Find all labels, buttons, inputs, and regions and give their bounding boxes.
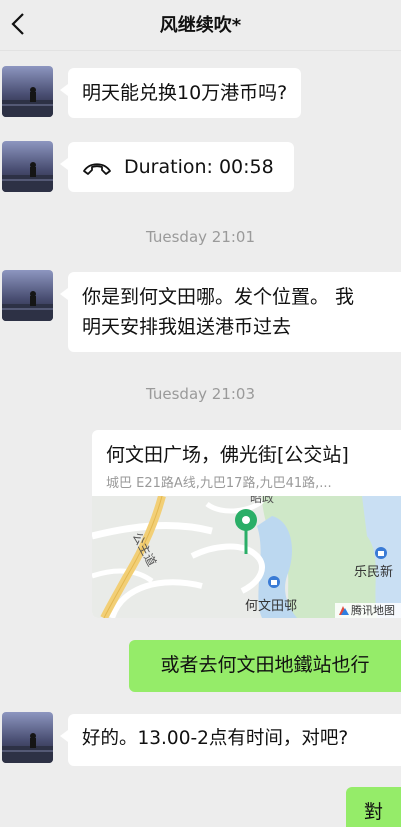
my-message-bubble[interactable]: 或者去何文田地鐵站也行	[129, 640, 401, 692]
message-text: 好的。13.00-2点有时间，对吧?	[82, 728, 349, 749]
my-message-bubble[interactable]: 對	[346, 787, 401, 827]
message-text: 對	[363, 801, 383, 823]
contact-avatar[interactable]	[2, 141, 53, 192]
contact-avatar[interactable]	[2, 712, 53, 763]
call-bubble[interactable]: Duration: 00:58	[60, 142, 294, 192]
message-line: 明天安排我姐送港币过去	[82, 316, 292, 338]
message-line: 你是到何文田哪。发个位置。 我	[82, 286, 355, 308]
contact-avatar[interactable]	[2, 66, 53, 117]
nav-bar: 风继续吹*	[0, 0, 401, 51]
message-text: 或者去何文田地鐵站也行	[160, 654, 370, 676]
map-brand: 腾讯地图	[351, 603, 395, 617]
map-label-top: 昭政	[250, 496, 274, 505]
call-duration: Duration: 00:58	[124, 156, 274, 178]
map-label-place: 何文田邨	[245, 598, 297, 614]
location-card[interactable]: 何文田广场，佛光街[公交站] 城巴 E21路A线,九巴17路,九巴41路,...…	[92, 430, 401, 618]
timestamp: Tuesday 21:03	[145, 385, 256, 403]
chat-title: 风继续吹*	[159, 15, 242, 36]
timestamp: Tuesday 21:01	[145, 228, 256, 246]
phone-hangup-icon	[83, 162, 111, 175]
message-bubble[interactable]: 明天能兑换10万港币吗?	[59, 68, 302, 118]
map-label-area: 乐民新	[354, 564, 393, 580]
map-preview[interactable]: 公主道 昭政 何文田邨 乐民新 腾讯地图	[92, 496, 401, 618]
contact-avatar[interactable]	[2, 270, 53, 321]
message-bubble[interactable]: 你是到何文田哪。发个位置。 我 明天安排我姐送港币过去	[60, 272, 401, 352]
location-address: 城巴 E21路A线,九巴17路,九巴41路,...	[106, 476, 332, 491]
message-bubble[interactable]: 好的。13.00-2点有时间，对吧?	[60, 714, 401, 766]
message-text: 明天能兑换10万港币吗?	[82, 82, 288, 104]
location-name: 何文田广场，佛光街[公交站]	[106, 444, 349, 466]
